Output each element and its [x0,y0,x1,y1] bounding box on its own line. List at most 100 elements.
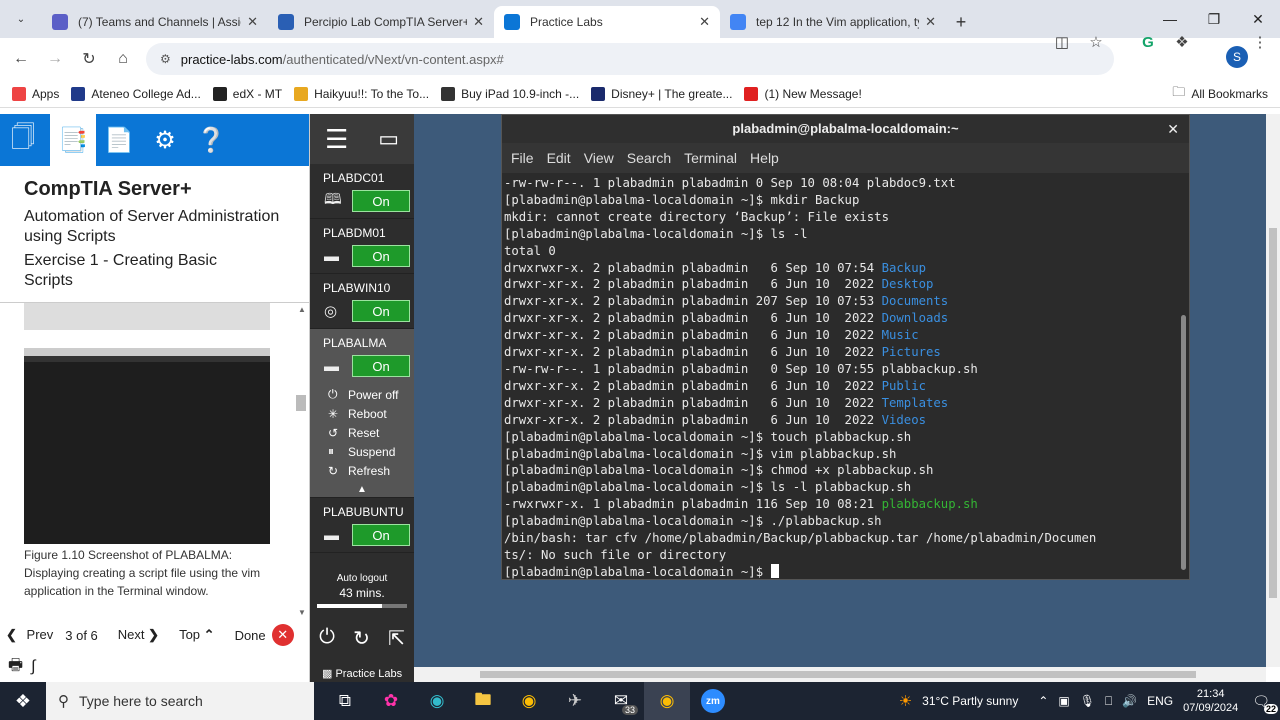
clock[interactable]: 21:34 07/09/2024 [1183,687,1238,715]
site-info-icon[interactable]: ⚙ [160,52,171,66]
collapse-up-icon[interactable]: ▲ [310,484,414,497]
vm-status-button[interactable]: On [352,355,410,377]
notifications-icon[interactable]: 🗨 22 [1252,693,1278,714]
terminal-menu-edit[interactable]: Edit [547,150,571,166]
tab-close-icon[interactable]: ✕ [247,14,258,30]
prev-button[interactable]: ❮ Prev [6,627,53,643]
lab-notes-icon[interactable]: 📑 [50,114,96,166]
send-keys-icon[interactable]: ⇱ [388,626,405,651]
forward-button[interactable]: → [38,42,72,76]
bookmark-item[interactable]: Apps [12,86,59,101]
refresh-icon[interactable]: ↻ [353,626,370,651]
vm-action-suspend[interactable]: ⏸ Suspend [328,442,414,461]
bookmark-item[interactable]: Ateneo College Ad... [71,86,201,101]
vm-action-reboot[interactable]: ✳ Reboot [328,404,414,423]
zoom-icon[interactable]: zm [690,682,736,720]
network-icon[interactable]: ⎕ [1105,694,1112,709]
tab-search-button[interactable]: ⌄ [6,4,36,34]
vm-item[interactable]: PLABWIN10 ◎ On [310,274,414,329]
chrome-active-icon[interactable]: ◉ [644,682,690,720]
instructions-scrollbar[interactable]: ▲ ▼ [296,303,308,618]
vm-action-power-off[interactable]: ⏻ Power off [328,385,414,404]
all-bookmarks-button[interactable]: 🗀 All Bookmarks [1172,83,1268,105]
lab-tasks-icon[interactable]: 📄 [96,114,142,166]
app-icon[interactable]: ✈ [552,682,598,720]
bookmark-item[interactable]: (1) New Message! [744,86,862,101]
vm-action-refresh[interactable]: ↻ Refresh [328,461,414,480]
done-button[interactable]: Done ✕ [229,624,294,646]
lab-settings-gear-icon[interactable]: ⚙ [142,114,188,166]
terminal-menu-terminal[interactable]: Terminal [684,150,737,166]
terminal-title-bar[interactable]: plabadmin@plabalma-localdomain:~ ✕ [502,115,1189,143]
instructions-scrollbar-thumb[interactable] [296,395,306,411]
bookmark-item[interactable]: edX - MT [212,86,282,101]
extensions-puzzle-icon[interactable]: ❖ [1168,28,1196,56]
terminal-close-icon[interactable]: ✕ [1167,115,1179,143]
desktop-horizontal-scrollbar[interactable] [414,667,1266,682]
taskbar-search-box[interactable]: ⚲ Type here to search [46,682,314,720]
url-field[interactable]: ⚙ practice-labs.com/authenticated/vNext/… [146,43,1114,75]
browser-tab[interactable]: Practice Labs ✕ [494,6,720,38]
script-icon[interactable]: ∫ [31,658,35,676]
print-icon[interactable]: 🖶 [8,654,23,681]
vm-status-button[interactable]: On [352,190,410,212]
new-tab-button[interactable]: + [946,6,976,38]
mail-icon[interactable]: ✉ 33 [598,682,644,720]
figure-screenshot-thumbnail[interactable] [24,348,270,544]
vm-item[interactable]: PLABALMA ▬ On ⏻ Power off ✳ Reboot ↺ Reset ⏸ Suspe… [310,329,414,498]
lab-inbox-icon[interactable]: 🗍 [0,114,46,166]
hamburger-menu-icon[interactable]: ☰ [325,124,348,155]
weather-icon[interactable]: ☀ [899,692,912,710]
power-icon[interactable]: ⏻ [319,626,335,651]
edge-icon[interactable]: ◉ [414,682,460,720]
terminal-output[interactable]: -rw-rw-r--. 1 plabadmin plabadmin 0 Sep … [502,173,1189,581]
next-button[interactable]: Next ❯ [112,627,159,643]
bookmark-item[interactable]: Haikyuu!!: To the To... [294,86,429,101]
file-explorer-icon[interactable]: 🖿 [460,682,506,720]
home-button[interactable]: ⌂ [106,42,140,76]
vm-status-button[interactable]: On [352,245,410,267]
browser-tab[interactable]: (7) Teams and Channels | Assig ✕ [42,6,268,38]
tab-close-icon[interactable]: ✕ [699,14,710,30]
terminal-window[interactable]: plabadmin@plabalma-localdomain:~ ✕ File E… [501,114,1190,580]
microphone-icon[interactable]: 🎙 [1080,694,1095,708]
desktop-vertical-scrollbar[interactable] [1266,114,1280,667]
tab-close-icon[interactable]: ✕ [473,14,484,30]
bookmark-star-icon[interactable]: ☆ [1082,28,1110,56]
vm-action-reset[interactable]: ↺ Reset [328,423,414,442]
desktop-hscroll-thumb[interactable] [480,671,1196,678]
terminal-menu-help[interactable]: Help [750,150,779,166]
lab-help-icon[interactable]: ❔ [188,114,234,166]
terminal-scrollbar-thumb[interactable] [1181,315,1186,570]
copilot-icon[interactable]: ✿ [368,682,414,720]
top-button[interactable]: Top ⌃ [173,627,215,643]
weather-label[interactable]: 31°C Partly sunny [922,694,1018,708]
terminal-scrollbar[interactable] [1181,175,1187,575]
profile-avatar[interactable]: S [1226,46,1248,68]
maximize-button[interactable]: ❐ [1192,0,1236,38]
bookmark-item[interactable]: Buy iPad 10.9-inch -... [441,86,579,101]
bookmark-item[interactable]: Disney+ | The greate... [591,86,732,101]
lab-instructions-scroll[interactable]: Figure 1.10 Screenshot of PLABALMA: Disp… [0,302,310,618]
chrome-icon[interactable]: ◉ [506,682,552,720]
reload-button[interactable]: ↻ [72,42,106,76]
windows-start-button[interactable]: ❖ [0,682,46,720]
tab-close-icon[interactable]: ✕ [925,14,936,30]
task-view-icon[interactable]: ⧉ [322,682,368,720]
vm-item[interactable]: PLABUBUNTU ▬ On [310,498,414,553]
vm-status-button[interactable]: On [352,300,410,322]
terminal-menu-view[interactable]: View [584,150,614,166]
meet-icon[interactable]: ▣ [1058,694,1069,708]
install-app-icon[interactable]: ◫ [1048,28,1076,56]
grammarly-extension-icon[interactable]: G [1134,28,1162,56]
terminal-menu-search[interactable]: Search [627,150,671,166]
vm-status-button[interactable]: On [352,524,410,546]
browser-tab[interactable]: Percipio Lab CompTIA Server+ ✕ [268,6,494,38]
screen-resize-icon[interactable]: ▭ [378,126,399,152]
browser-tab[interactable]: tep 12 In the Vim application, ty ✕ [720,6,946,38]
volume-icon[interactable]: 🔊 [1122,694,1137,708]
chevron-up-icon[interactable]: ⌃ [1038,694,1048,708]
browser-menu-icon[interactable]: ⋮ [1246,28,1274,56]
vm-item[interactable]: PLABDC01 🕮 On [310,164,414,219]
vm-item[interactable]: PLABDM01 ▬ On [310,219,414,274]
